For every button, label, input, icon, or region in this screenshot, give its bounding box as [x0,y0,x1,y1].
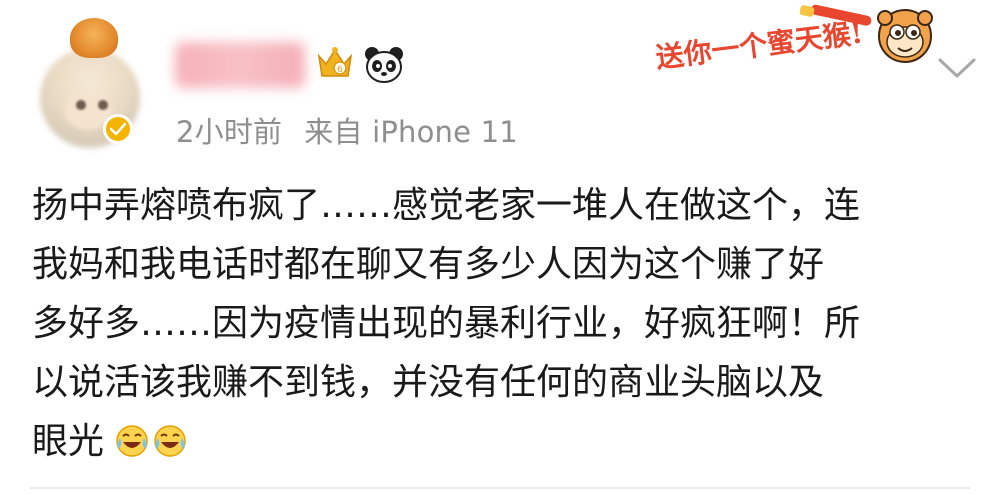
avatar-eye [76,100,86,110]
svg-text:6: 6 [337,65,343,75]
post-content-line: 以说活该我赚不到钱，并没有任何的商业头脑以及 [32,362,825,403]
divider [30,487,970,489]
post-content-last-line: 眼光 [32,412,982,471]
crown-icon[interactable]: 6 [316,44,354,80]
post-source[interactable]: 来自 iPhone 11 [304,115,518,149]
laugh-cry-icon [116,425,149,457]
post-meta: 2小时前 来自 iPhone 11 [176,109,518,151]
post-content-line: 眼光 [32,421,105,462]
laugh-cry-icon [154,425,187,457]
post-content-line: 扬中弄熔喷布疯了……感觉老家一堆人在做这个，连 [32,185,861,226]
username-blurred[interactable] [175,42,305,88]
panda-icon [365,47,403,83]
avatar-hat [70,18,118,58]
post-content-line: 我妈和我电话时都在聊又有多少人因为这个赚了好 [32,244,825,285]
post-timestamp: 2小时前 [176,115,283,149]
vip-badge-icon [103,114,133,144]
chevron-down-icon[interactable] [936,56,978,80]
avatar-eye [98,100,108,110]
post-content-line: 多好多……因为疫情出现的暴利行业，好疯狂啊！所 [32,303,861,344]
post-content: 扬中弄熔喷布疯了……感觉老家一堆人在做这个，连 我妈和我电话时都在聊又有多少人因… [32,176,982,471]
